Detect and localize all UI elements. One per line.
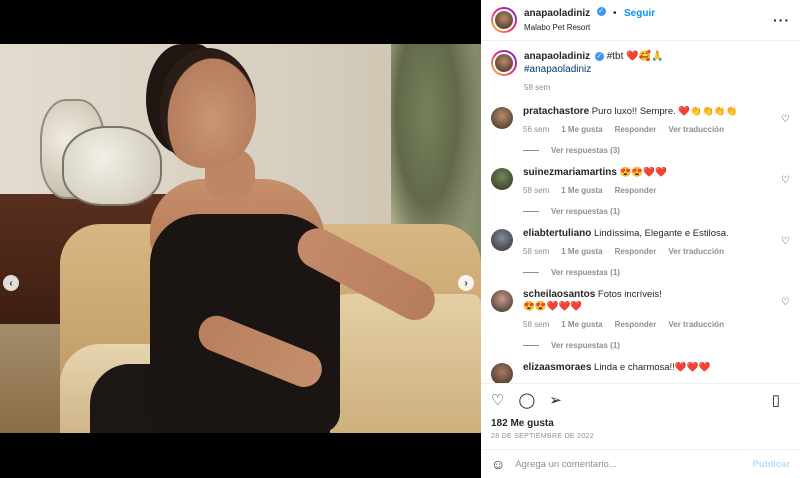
divider [523,272,539,273]
avatar[interactable] [491,7,517,33]
comments-list[interactable]: anapaoladiniz ✓ #tbt ❤️🥰🙏 #anapaoladiniz… [481,41,800,383]
caption-time: 58 sem [524,83,551,92]
follow-button[interactable]: Seguir [624,8,655,19]
avatar[interactable] [491,229,513,251]
post-header: anapaoladiniz ✓ • Seguir Malabo Pet Reso… [481,0,800,41]
avatar[interactable] [491,50,517,76]
avatar[interactable] [491,363,513,383]
avatar[interactable] [491,107,513,129]
bookmark-icon[interactable]: ▯ [772,391,780,409]
header-separator: • [613,8,617,19]
comment-input[interactable] [515,458,753,470]
comment-username[interactable]: eliabtertuliano [523,228,591,239]
like-comment-heart-icon[interactable]: ♡ [781,236,790,247]
comment-item: elizaasmoraes Linda e charmosa!!❤️❤️❤️ [491,362,790,383]
translate-button[interactable]: Ver traducción [668,124,724,136]
translate-button[interactable]: Ver traducción [668,319,724,331]
comment-icon[interactable]: ◯ [518,391,535,409]
comment-meta: 56 sem 1 Me gusta Responder Ver traducci… [523,124,778,136]
header-username[interactable]: anapaoladiniz [524,8,590,19]
comment-time: 58 sem [523,186,550,195]
comment-item: pratachastore Puro luxo!! Sempre. ❤️👏👏👏👏… [491,106,790,155]
location-link[interactable]: Malabo Pet Resort [524,21,655,35]
view-replies-button[interactable]: Ver respuestas (1) [523,207,790,216]
like-heart-icon[interactable]: ♡ [491,391,504,409]
caption-username[interactable]: anapaoladiniz [524,51,590,62]
comment-likes[interactable]: 1 Me gusta [561,124,602,136]
comment-likes[interactable]: 1 Me gusta [561,185,602,197]
comment-time: 58 sem [523,247,550,256]
comment-meta: 58 sem 1 Me gusta Responder Ver traducci… [523,246,778,258]
post-date: 28 DE SEPTIEMBRE DE 2022 [491,433,594,440]
view-replies-label: Ver respuestas (3) [551,146,620,155]
likes-count[interactable]: 182 Me gusta [491,418,790,429]
avatar[interactable] [491,168,513,190]
view-replies-label: Ver respuestas (1) [551,268,620,277]
like-comment-heart-icon[interactable]: ♡ [781,114,790,125]
view-replies-button[interactable]: Ver respuestas (1) [523,341,790,350]
more-options-icon[interactable]: ··· [773,12,790,28]
comment-username[interactable]: elizaasmoraes [523,362,591,373]
chevron-left-icon[interactable]: ‹ [3,275,19,291]
add-comment-bar: ☺ Publicar [481,449,800,478]
divider [523,211,539,212]
view-replies-button[interactable]: Ver respuestas (3) [523,146,790,155]
reply-button[interactable]: Responder [615,124,657,136]
view-replies-label: Ver respuestas (1) [551,207,620,216]
avatar[interactable] [491,290,513,312]
post-actions: ♡ ◯ ➢ ▯ 182 Me gusta 28 DE SEPTIEMBRE DE… [481,383,800,440]
view-replies-button[interactable]: Ver respuestas (1) [523,268,790,277]
comment-time: 56 sem [523,125,550,134]
comment-text: Linda e charmosa!!❤️❤️❤️ [594,362,711,373]
comment-likes[interactable]: 1 Me gusta [561,246,602,258]
comment-likes[interactable]: 1 Me gusta [561,319,602,331]
comment-meta: 58 sem 1 Me gusta Responder [523,185,778,197]
chevron-right-icon[interactable]: › [458,275,474,291]
post-modal: ‹ › anapaoladiniz ✓ • Seguir Malabo Pet … [0,0,800,478]
comment-item: eliabtertuliano Lindíssima, Elegante e E… [491,228,790,277]
image-vase [62,126,162,206]
comment-time: 58 sem [523,320,550,329]
like-comment-heart-icon[interactable]: ♡ [781,297,790,308]
image-person [160,48,256,168]
comment-meta: 58 sem 1 Me gusta Responder Ver traducci… [523,319,778,331]
reply-button[interactable]: Responder [615,246,657,258]
comment-item: scheilaosantos Fotos incríveis! 😍😍❤️❤️❤️… [491,289,790,350]
view-replies-label: Ver respuestas (1) [551,341,620,350]
post-side-panel: anapaoladiniz ✓ • Seguir Malabo Pet Reso… [481,0,800,478]
reply-button[interactable]: Responder [615,185,657,197]
comment-text: 😍😍❤️❤️ [619,167,667,178]
comment-username[interactable]: pratachastore [523,106,589,117]
comment-username[interactable]: scheilaosantos [523,289,595,300]
comment-text: Lindíssima, Elegante e Estilosa. [594,228,729,239]
translate-button[interactable]: Ver traducción [668,246,724,258]
caption-text: #tbt ❤️🥰🙏 [606,51,664,62]
verified-badge-icon: ✓ [596,7,606,17]
verified-badge-icon: ✓ [594,51,604,61]
caption: anapaoladiniz ✓ #tbt ❤️🥰🙏 #anapaoladiniz… [491,41,790,94]
emoji-icon[interactable]: ☺ [491,456,505,472]
share-icon[interactable]: ➢ [549,391,562,409]
caption-hashtag[interactable]: #anapaoladiniz [524,63,664,76]
post-comment-button[interactable]: Publicar [753,459,791,470]
comment-text: Puro luxo!! Sempre. ❤️👏👏👏👏 [591,106,738,117]
comment-item: suinezmariamartins 😍😍❤️❤️ 58 sem 1 Me gu… [491,167,790,216]
post-image[interactable]: ‹ › [0,44,481,433]
divider [523,150,539,151]
like-comment-heart-icon[interactable]: ♡ [781,175,790,186]
reply-button[interactable]: Responder [615,319,657,331]
comment-username[interactable]: suinezmariamartins [523,167,617,178]
divider [523,345,539,346]
